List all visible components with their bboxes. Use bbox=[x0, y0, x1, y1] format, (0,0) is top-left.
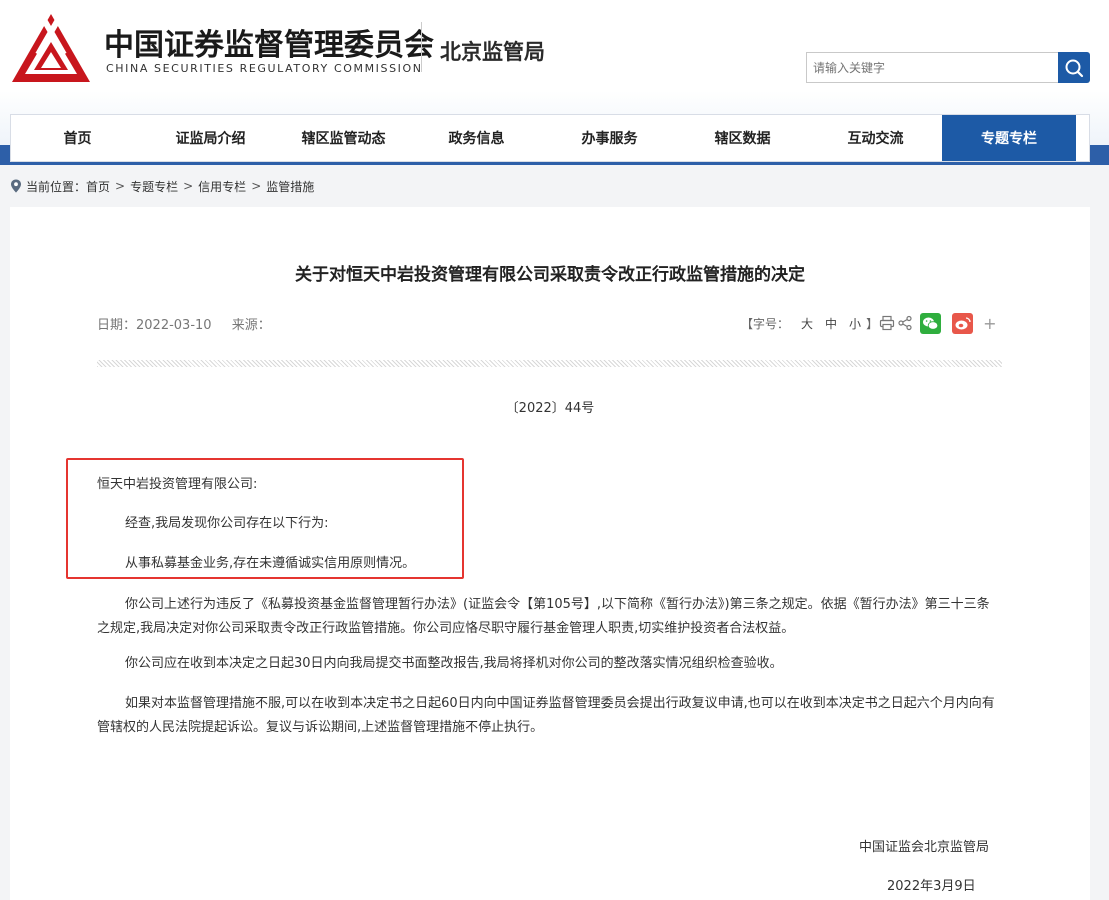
font-size-label: 【字号： bbox=[741, 316, 790, 331]
breadcrumb-credit-column[interactable]: 信用专栏 bbox=[198, 178, 246, 195]
nav-item-bureau-intro[interactable]: 证监局介绍 bbox=[144, 115, 277, 161]
font-size-close: 】 bbox=[866, 316, 879, 331]
breadcrumb: 当前位置： 首页 > 专题专栏 > 信用专栏 > 监管措施 bbox=[10, 178, 314, 194]
share-icon[interactable] bbox=[896, 314, 914, 332]
nav-item-interaction[interactable]: 互动交流 bbox=[809, 115, 942, 161]
breadcrumb-home[interactable]: 首页 bbox=[86, 178, 110, 195]
paragraph-violation: 从事私募基金业务,存在未遵循诚实信用原则情况。 bbox=[125, 556, 416, 571]
font-size-small[interactable]: 小 bbox=[849, 315, 861, 332]
font-size-medium[interactable]: 中 bbox=[825, 315, 837, 332]
nav-item-home[interactable]: 首页 bbox=[11, 115, 144, 161]
article-date: 2022-03-10 bbox=[136, 318, 212, 333]
paragraph-decision: 你公司上述行为违反了《私募投资基金监督管理暂行办法》(证监会令【第105号】,以… bbox=[97, 597, 990, 636]
breadcrumb-prefix: 当前位置： bbox=[26, 179, 87, 194]
breadcrumb-regulatory-measures[interactable]: 监管措施 bbox=[266, 178, 314, 195]
bureau-name: 北京监管局 bbox=[440, 40, 545, 64]
header-divider bbox=[421, 22, 422, 72]
date-label: 日期： bbox=[97, 318, 137, 333]
search-input[interactable] bbox=[806, 52, 1058, 83]
print-icon[interactable] bbox=[878, 314, 896, 332]
article-title: 关于对恒天中岩投资管理有限公司采取责令改正行政监管措施的决定 bbox=[295, 265, 805, 285]
nav-item-regional-news[interactable]: 辖区监管动态 bbox=[277, 115, 410, 161]
org-name-cn: 中国证券监督管理委员会 bbox=[104, 28, 434, 63]
breadcrumb-special-topics[interactable]: 专题专栏 bbox=[130, 178, 178, 195]
csrc-logo[interactable] bbox=[10, 12, 92, 84]
document-number: 〔2022〕44号 bbox=[505, 401, 595, 416]
location-pin-icon bbox=[11, 179, 21, 193]
font-size-large[interactable]: 大 bbox=[801, 315, 813, 332]
main-nav: 首页 证监局介绍 辖区监管动态 政务信息 办事服务 辖区数据 互动交流 专题专栏 bbox=[10, 114, 1090, 162]
wechat-icon[interactable] bbox=[920, 312, 942, 334]
breadcrumb-separator: > bbox=[183, 179, 194, 193]
org-name-en: CHINA SECURITIES REGULATORY COMMISSION bbox=[106, 62, 423, 75]
article-tools: 【字号： 大 中 小 】 + bbox=[741, 312, 996, 334]
article-meta: 日期：2022-03-10 来源： bbox=[97, 314, 271, 333]
title-divider bbox=[97, 360, 1002, 367]
nav-item-gov-info[interactable]: 政务信息 bbox=[410, 115, 543, 161]
search-button[interactable] bbox=[1058, 52, 1090, 83]
nav-item-regional-data[interactable]: 辖区数据 bbox=[676, 115, 809, 161]
search-icon bbox=[1065, 59, 1084, 77]
source-label: 来源： bbox=[231, 318, 271, 333]
nav-item-services[interactable]: 办事服务 bbox=[543, 115, 676, 161]
paragraph-appeal: 如果对本监督管理措施不服,可以在收到本决定书之日起60日内向中国证券监督管理委员… bbox=[97, 696, 995, 735]
more-share-icon[interactable]: + bbox=[983, 314, 996, 333]
weibo-icon[interactable] bbox=[952, 312, 974, 334]
article-panel: 关于对恒天中岩投资管理有限公司采取责令改正行政监管措施的决定 日期：2022-0… bbox=[10, 207, 1090, 900]
signature-date: 2022年3月9日 bbox=[887, 879, 976, 894]
breadcrumb-separator: > bbox=[251, 179, 262, 193]
paragraph-finding: 经查,我局发现你公司存在以下行为: bbox=[125, 516, 329, 531]
addressee: 恒天中岩投资管理有限公司: bbox=[97, 477, 258, 492]
paragraph-rectification: 你公司应在收到本决定之日起30日内向我局提交书面整改报告,我局将择机对你公司的整… bbox=[125, 656, 783, 671]
signature-org: 中国证监会北京监管局 bbox=[859, 840, 990, 855]
nav-item-special-topics[interactable]: 专题专栏 bbox=[942, 115, 1076, 161]
breadcrumb-separator: > bbox=[115, 179, 126, 193]
